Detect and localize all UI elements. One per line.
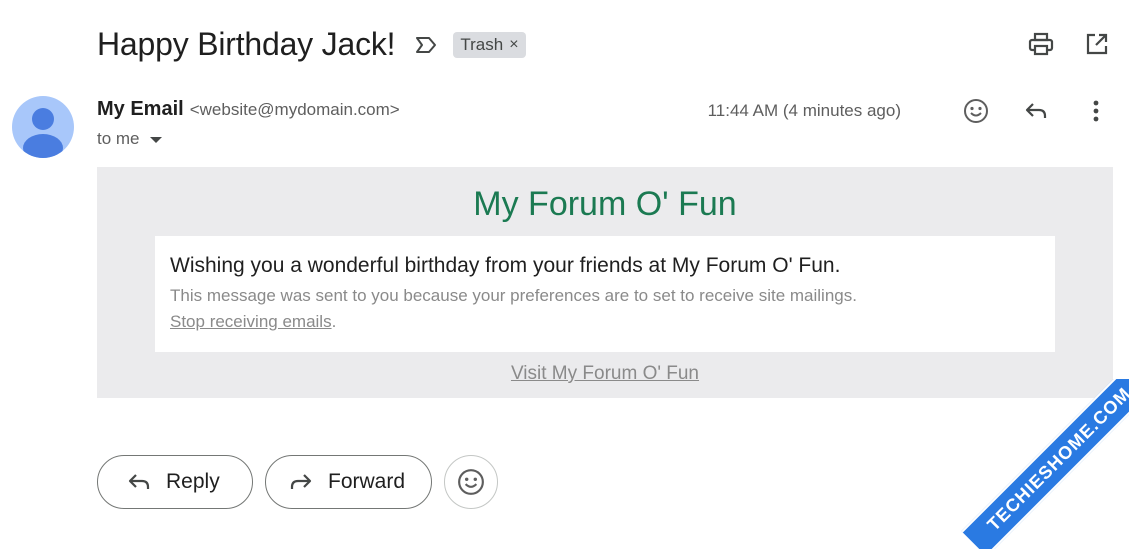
bottom-actions: Reply Forward	[97, 455, 498, 509]
reply-icon[interactable]	[1021, 96, 1051, 126]
watermark: TECHIESHOME.COM	[959, 379, 1129, 549]
emoji-reaction-button[interactable]	[444, 455, 498, 509]
print-icon[interactable]	[1027, 30, 1055, 58]
emoji-reaction-icon[interactable]	[961, 96, 991, 126]
close-icon[interactable]: ×	[509, 36, 518, 53]
subject-row: Happy Birthday Jack! Trash ×	[97, 26, 526, 63]
more-vertical-icon[interactable]	[1081, 96, 1111, 126]
important-marker-icon[interactable]	[413, 32, 439, 58]
top-actions	[1027, 30, 1111, 58]
sender-block: My Email <website@mydomain.com> to me	[97, 98, 400, 149]
recipient-text: to me	[97, 129, 140, 148]
emoji-reaction-icon	[458, 469, 484, 495]
forward-button-label: Forward	[328, 470, 406, 493]
trash-label-chip[interactable]: Trash ×	[453, 31, 526, 58]
label-chip-text: Trash	[460, 34, 504, 54]
birthday-message: Wishing you a wonderful birthday from yo…	[170, 254, 841, 277]
sender-avatar[interactable]	[12, 96, 74, 158]
email-subject: Happy Birthday Jack!	[97, 26, 396, 62]
unsubscribe-suffix: .	[331, 312, 337, 331]
sender-address: <website@mydomain.com>	[189, 100, 400, 119]
reply-icon	[126, 469, 152, 495]
reply-button-label: Reply	[166, 470, 220, 493]
email-view: Happy Birthday Jack! Trash × My Email <w…	[0, 0, 1129, 549]
recipient-details-toggle[interactable]: to me	[97, 129, 400, 149]
sender-line: My Email <website@mydomain.com>	[97, 98, 400, 121]
caret-down-icon[interactable]	[149, 137, 162, 143]
person-icon	[23, 108, 63, 158]
forum-title: My Forum O' Fun	[473, 185, 737, 223]
message-card: Wishing you a wonderful birthday from yo…	[155, 236, 1055, 352]
unsubscribe-line: Stop receiving emails.	[170, 312, 1040, 332]
message-meta: 11:44 AM (4 minutes ago)	[708, 96, 1111, 126]
message-timestamp: 11:44 AM (4 minutes ago)	[707, 101, 901, 120]
open-in-new-window-icon[interactable]	[1083, 30, 1111, 58]
email-body: My Forum O' Fun Wishing you a wonderful …	[97, 167, 1113, 398]
stop-receiving-emails-link[interactable]: Stop receiving emails	[170, 312, 332, 331]
watermark-text: TECHIESHOME.COM	[961, 379, 1129, 549]
forward-icon	[288, 469, 314, 495]
sender-name[interactable]: My Email	[97, 98, 184, 121]
forward-button[interactable]: Forward	[265, 455, 432, 509]
mailing-note: This message was sent to you because you…	[170, 286, 857, 305]
reply-button[interactable]: Reply	[97, 455, 253, 509]
